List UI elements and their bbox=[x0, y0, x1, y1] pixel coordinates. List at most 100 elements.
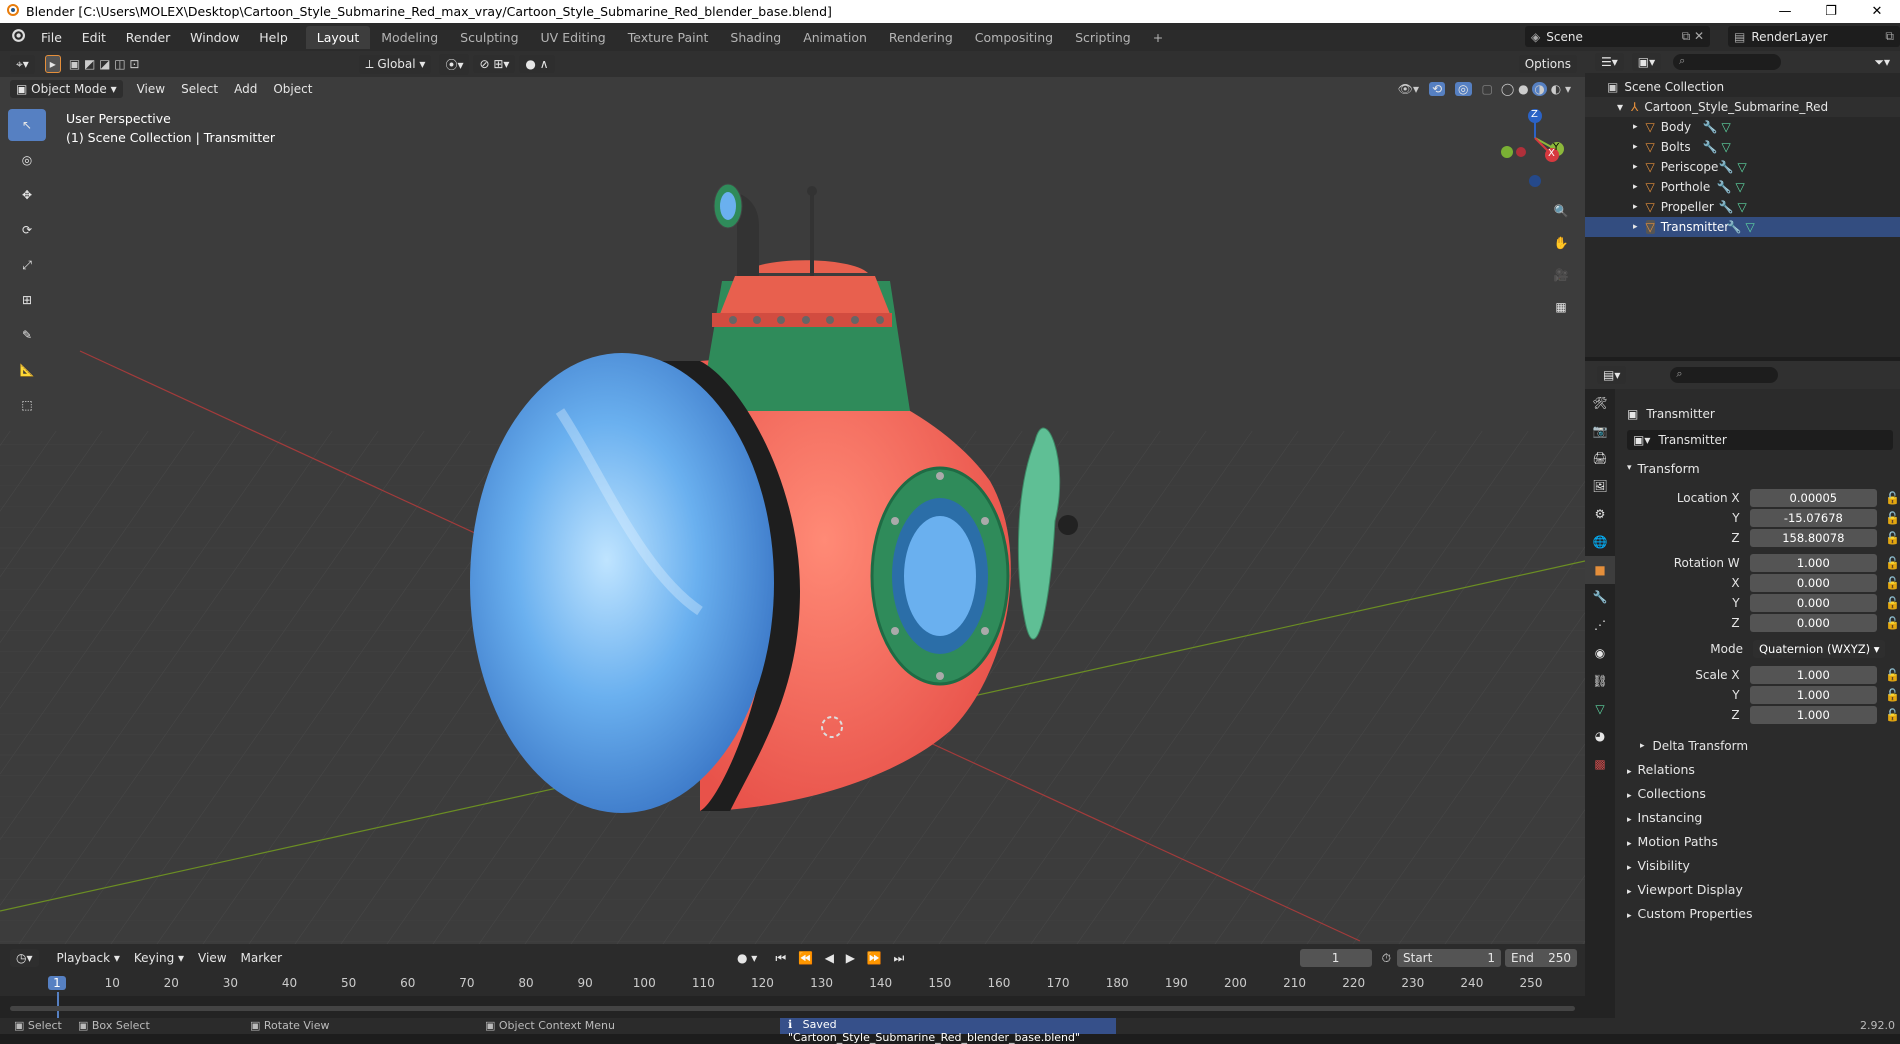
menu-view[interactable]: View bbox=[137, 82, 165, 96]
close-button[interactable]: ✕ bbox=[1854, 0, 1900, 23]
rotation-x-field[interactable]: 0.000 bbox=[1749, 574, 1878, 592]
measure-tool-icon[interactable]: 📐 bbox=[8, 354, 46, 386]
minimize-button[interactable]: — bbox=[1762, 0, 1808, 23]
timeline-editor-type-icon[interactable]: ◷▾ bbox=[10, 949, 39, 967]
camera-icon[interactable]: 🎥 bbox=[1547, 261, 1575, 289]
properties-search[interactable]: ⌕ bbox=[1670, 367, 1779, 383]
visibility-icon[interactable]: 👁▾ bbox=[1398, 82, 1419, 96]
tab-rendering[interactable]: Rendering bbox=[878, 26, 964, 49]
relations-panel[interactable]: ▸ Relations bbox=[1627, 762, 1695, 777]
menu-window[interactable]: Window bbox=[182, 30, 247, 45]
lock-icon[interactable]: 🔓 bbox=[1885, 531, 1900, 545]
lock-icon[interactable]: 🔓 bbox=[1885, 708, 1900, 722]
texture-tab-icon[interactable]: ▩ bbox=[1585, 750, 1615, 778]
scale-tool-icon[interactable]: ⤢ bbox=[8, 249, 46, 281]
view-layer-tab-icon[interactable]: 🖼 bbox=[1585, 472, 1615, 500]
add-workspace-icon[interactable]: + bbox=[1142, 26, 1174, 49]
tab-sculpting[interactable]: Sculpting bbox=[449, 26, 529, 49]
menu-add[interactable]: Add bbox=[234, 82, 257, 96]
collections-panel[interactable]: ▸ Collections bbox=[1627, 786, 1706, 801]
copy-layer-icon[interactable]: ⧉ bbox=[1885, 29, 1900, 44]
material-tab-icon[interactable]: ◕ bbox=[1585, 723, 1615, 751]
record-icon[interactable]: ● ▾ bbox=[737, 951, 757, 965]
orientation-selector[interactable]: ⟂ Global ▾ bbox=[359, 54, 432, 74]
lock-icon[interactable]: 🔓 bbox=[1885, 596, 1900, 610]
location-x-field[interactable]: 0.00005 bbox=[1749, 489, 1878, 507]
lock-icon[interactable]: 🔓 bbox=[1885, 576, 1900, 590]
lock-icon[interactable]: 🔓 bbox=[1885, 616, 1900, 630]
lock-icon[interactable]: 🔓 bbox=[1885, 511, 1900, 525]
outliner-search[interactable]: ⌕ bbox=[1673, 54, 1782, 70]
menu-object[interactable]: Object bbox=[273, 82, 312, 96]
transform-panel-header[interactable]: ▾ Transform bbox=[1627, 458, 1700, 478]
viewport-display-panel[interactable]: ▸ Viewport Display bbox=[1627, 882, 1743, 897]
lock-icon[interactable]: 🔓 bbox=[1885, 688, 1900, 702]
world-tab-icon[interactable]: 🌐 bbox=[1585, 528, 1615, 556]
visibility-panel[interactable]: ▸ Visibility bbox=[1627, 858, 1690, 873]
timeline-view-menu[interactable]: View bbox=[198, 951, 226, 965]
shading-icons[interactable]: ◯ ● ◑ ◐ ▾ bbox=[1501, 82, 1571, 96]
pan-hand-icon[interactable]: ✋ bbox=[1547, 229, 1575, 257]
playback-menu[interactable]: Playback ▾ bbox=[57, 951, 120, 965]
expand-arrow-icon[interactable]: ▸ bbox=[1633, 142, 1638, 152]
display-mode-icon[interactable]: ▣▾ bbox=[1631, 53, 1662, 71]
xray-icon[interactable]: ▢ bbox=[1482, 82, 1493, 96]
snap-icon[interactable]: ⊘ ⊞▾ bbox=[473, 55, 516, 73]
lock-icon[interactable]: 🔓 bbox=[1885, 556, 1900, 570]
outliner-item-propeller[interactable]: ▸ ▽ Propeller 🔧 ▽ bbox=[1585, 197, 1900, 217]
delta-transform-header[interactable]: ▸ Delta Transform bbox=[1640, 736, 1895, 756]
object-tab-icon[interactable]: ■ bbox=[1585, 555, 1615, 584]
output-tab-icon[interactable]: 🖨 bbox=[1585, 445, 1615, 473]
rotate-tool-icon[interactable]: ⟳ bbox=[8, 214, 46, 246]
current-frame-field[interactable]: 1 bbox=[1299, 949, 1372, 967]
mode-selector[interactable]: ▣ Object Mode ▾ bbox=[10, 80, 123, 98]
rotation-mode-dropdown[interactable]: Quaternion (WXYZ) ▾ bbox=[1753, 640, 1885, 658]
transform-tool-icon[interactable]: ⊞ bbox=[8, 284, 46, 316]
copy-icon[interactable]: ⧉ ✕ bbox=[1682, 29, 1710, 44]
menu-render[interactable]: Render bbox=[118, 30, 179, 45]
tab-scripting[interactable]: Scripting bbox=[1064, 26, 1142, 49]
location-y-field[interactable]: -15.07678 bbox=[1749, 509, 1878, 527]
zoom-icon[interactable]: 🔍 bbox=[1547, 197, 1575, 225]
box-mode-icons[interactable]: ▣ ◩ ◪ ◫ ⊡ bbox=[69, 57, 140, 71]
properties-type-icon[interactable]: ▤▾ bbox=[1597, 366, 1627, 384]
rotation-z-field[interactable]: 0.000 bbox=[1749, 614, 1878, 632]
tab-texture-paint[interactable]: Texture Paint bbox=[617, 26, 720, 49]
expand-arrow-icon[interactable]: ▸ bbox=[1633, 222, 1638, 232]
outliner-item-bolts[interactable]: ▸ ▽ Bolts 🔧 ▽ bbox=[1585, 137, 1900, 157]
outliner[interactable]: ☰▾ ▣▾ ⌕ ⏷▾ ▣ Scene Collection ▾ ⅄ Cartoon_S… bbox=[1585, 51, 1900, 357]
outliner-type-icon[interactable]: ☰▾ bbox=[1595, 53, 1624, 71]
filter-icon[interactable]: ⏷▾ bbox=[1874, 55, 1890, 70]
outliner-item-body[interactable]: ▸ ▽ Body 🔧 ▽ bbox=[1585, 117, 1900, 137]
tab-shading[interactable]: Shading bbox=[719, 26, 792, 49]
menu-edit[interactable]: Edit bbox=[74, 30, 114, 45]
marker-menu[interactable]: Marker bbox=[241, 951, 282, 965]
menu-help[interactable]: Help bbox=[251, 30, 296, 45]
tab-layout[interactable]: Layout bbox=[305, 25, 371, 49]
overlay-toggle-icon[interactable]: ◎ bbox=[1455, 82, 1472, 96]
select-tool-icon[interactable]: ↖ bbox=[8, 109, 46, 141]
options-button[interactable]: Options bbox=[1518, 55, 1577, 73]
outliner-item-porthole[interactable]: ▸ ▽ Porthole 🔧 ▽ bbox=[1585, 177, 1900, 197]
scale-x-field[interactable]: 1.000 bbox=[1749, 666, 1878, 684]
instancing-panel[interactable]: ▸ Instancing bbox=[1627, 810, 1702, 825]
start-frame-field[interactable]: Start 1 bbox=[1397, 949, 1501, 967]
datablock-field[interactable]: ▣▾ Transmitter bbox=[1627, 430, 1893, 450]
move-tool-icon[interactable]: ✥ bbox=[8, 179, 46, 211]
tool-tab-icon[interactable]: 🛠 bbox=[1585, 389, 1615, 417]
outliner-item-transmitter[interactable]: ▸ ▽ Transmitter 🔧 ▽ bbox=[1585, 217, 1900, 237]
particles-tab-icon[interactable]: ⋰ bbox=[1585, 611, 1615, 639]
custom-properties-panel[interactable]: ▸ Custom Properties bbox=[1627, 906, 1753, 921]
constraints-tab-icon[interactable]: ⛓ bbox=[1585, 667, 1615, 695]
collection-row[interactable]: ▾ ⅄ Cartoon_Style_Submarine_Red bbox=[1585, 97, 1900, 117]
lock-icon[interactable]: 🔓 bbox=[1885, 668, 1900, 682]
expand-arrow-icon[interactable]: ▸ bbox=[1633, 182, 1638, 192]
location-z-field[interactable]: 158.80078 bbox=[1749, 529, 1878, 547]
expand-arrow-icon[interactable]: ▸ bbox=[1633, 122, 1638, 132]
menu-file[interactable]: File bbox=[33, 30, 70, 45]
blender-menu-icon[interactable] bbox=[0, 28, 33, 46]
menu-select[interactable]: Select bbox=[181, 82, 218, 96]
tab-modeling[interactable]: Modeling bbox=[370, 26, 449, 49]
expand-arrow-icon[interactable]: ▸ bbox=[1633, 162, 1638, 172]
scene-tab-icon[interactable]: ⚙ bbox=[1585, 500, 1615, 528]
